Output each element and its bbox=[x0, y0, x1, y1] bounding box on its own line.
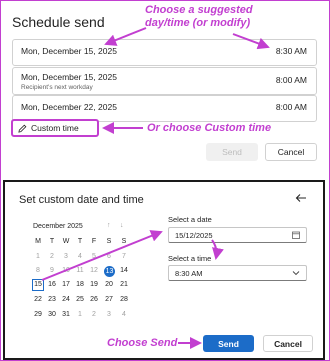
arrow-to-time bbox=[232, 33, 270, 50]
annotation-arrows bbox=[41, 27, 270, 349]
arrow-to-date bbox=[104, 27, 147, 46]
arrow-date-to-time bbox=[211, 239, 224, 260]
arrow-day-to-date bbox=[41, 230, 163, 281]
